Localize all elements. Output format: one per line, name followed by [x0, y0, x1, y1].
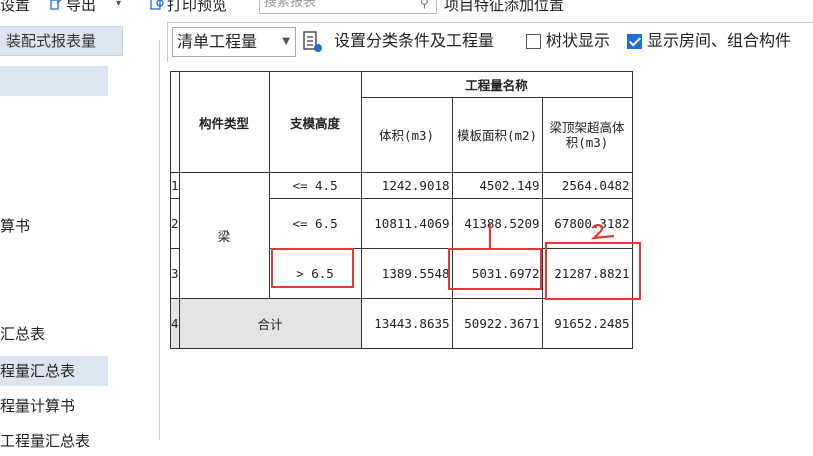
row-number: 2 — [170, 198, 180, 249]
total-formwork-cell: 50922.3671 — [451, 298, 543, 349]
export-icon — [50, 0, 62, 10]
report-search-input[interactable]: 搜索报表 — [259, 0, 437, 14]
total-beam-volume-cell: 91652.2485 — [541, 298, 633, 349]
sidebar-item-quantity-calc[interactable]: 程量计算书 — [0, 391, 75, 421]
top-toolbar: 设置 导出 ▾ 打印预览 搜索报表 ⚲ 项目特征添加位置 — [0, 0, 813, 18]
sidebar-item-project-quantity-summary[interactable]: 工程量汇总表 — [0, 426, 90, 456]
header-component-type: 构件类型 — [178, 71, 270, 173]
highlight-box-formwork — [448, 248, 542, 290]
sidebar-item-calc-book[interactable]: 算书 — [0, 211, 30, 241]
highlight-box-height — [271, 248, 354, 288]
sidebar-item-quantity-summary[interactable]: 程量汇总表 — [0, 356, 108, 386]
volume-cell: 1242.9018 — [360, 172, 453, 199]
set-classify-button[interactable]: 设置分类条件及工程量 — [334, 26, 494, 56]
header-quantity-name: 工程量名称 — [360, 71, 633, 98]
header-formwork-area: 模板面积(m2) — [451, 97, 543, 173]
row-number: 4 — [170, 298, 180, 349]
total-volume-cell: 13443.8635 — [360, 298, 453, 349]
print-preview-button[interactable]: 打印预览 — [167, 0, 227, 15]
tree-display-label: 树状显示 — [546, 31, 611, 50]
support-height-cell: <= 4.5 — [268, 172, 362, 199]
quantity-type-dropdown[interactable]: 清单工程量 ▼ — [172, 27, 296, 57]
formwork-cell: 41388.5209 — [451, 198, 543, 249]
show-rooms-checkbox[interactable] — [627, 34, 642, 49]
attribute-position-label[interactable]: 项目特征添加位置 — [444, 0, 564, 15]
row-number: 3 — [170, 248, 180, 299]
print-preview-icon — [150, 0, 164, 10]
sidebar-selected-item[interactable] — [0, 66, 108, 96]
header-corner — [170, 71, 180, 173]
search-icon[interactable]: ⚲ — [420, 0, 429, 10]
classify-settings-icon[interactable] — [303, 31, 323, 53]
volume-cell: 1389.5548 — [360, 248, 453, 299]
sidebar-item-summary[interactable]: 汇总表 — [0, 319, 45, 349]
header-support-height: 支模高度 — [268, 71, 362, 173]
dropdown-value: 清单工程量 — [177, 32, 258, 51]
tree-display-checkbox[interactable] — [526, 34, 541, 49]
row-number: 1 — [170, 172, 180, 199]
sidebar-divider — [159, 40, 160, 440]
support-height-cell: <= 6.5 — [268, 198, 362, 249]
report-table: 构件类型 支模高度 工程量名称 体积(m3) 模板面积(m2) 梁顶架超高体积(… — [170, 71, 633, 349]
sidebar: 装配式报表量 算书 汇总表 程量汇总表 程量计算书 工程量汇总表 — [0, 18, 160, 451]
header-beam-volume: 梁顶架超高体积(m3) — [541, 97, 633, 173]
settings-button[interactable]: 设置 — [0, 0, 30, 15]
header-volume: 体积(m3) — [360, 97, 453, 173]
sidebar-tab-prefab-report[interactable]: 装配式报表量 — [0, 26, 123, 56]
volume-cell: 10811.4069 — [360, 198, 453, 249]
export-dropdown-icon[interactable]: ▾ — [116, 0, 121, 9]
chevron-down-icon: ▼ — [282, 36, 290, 47]
highlight-box-beam-volume — [545, 242, 641, 300]
category-cell: 梁 — [178, 172, 270, 299]
total-label: 合计 — [178, 298, 362, 349]
export-button[interactable]: 导出 — [66, 0, 96, 15]
show-rooms-label: 显示房间、组合构件 — [647, 31, 792, 50]
beam-volume-cell: 2564.0482 — [541, 172, 633, 199]
beam-volume-cell: 67800.3182 — [541, 198, 633, 249]
formwork-cell: 4502.149 — [451, 172, 543, 199]
